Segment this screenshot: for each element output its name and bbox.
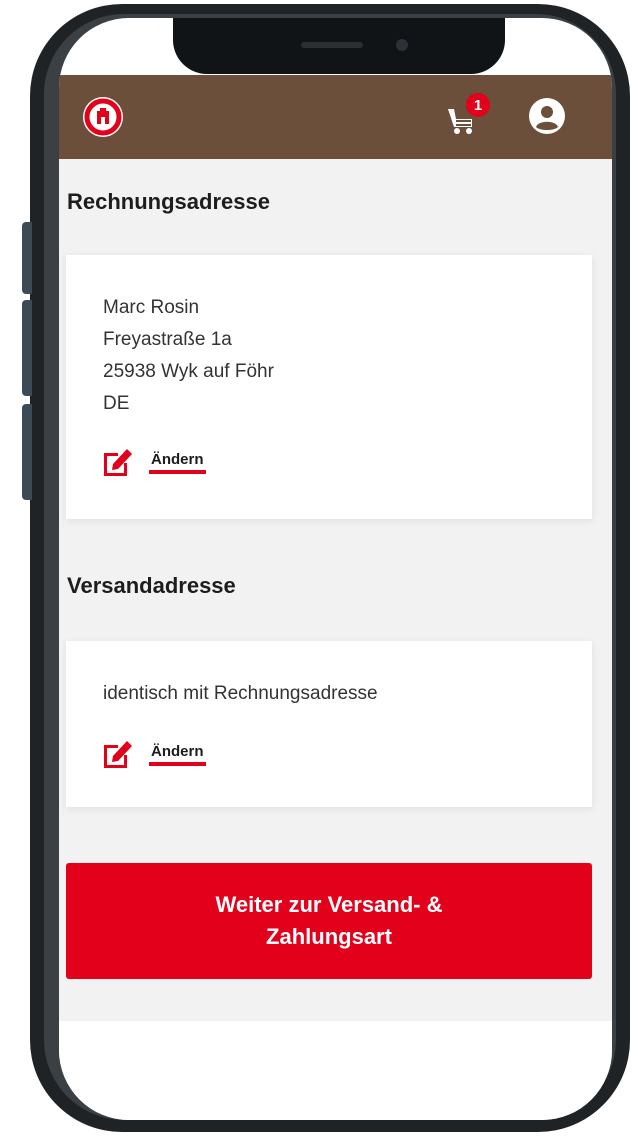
- checkout-content: Rechnungsadresse Marc Rosin Freyastraße …: [59, 159, 612, 1021]
- edit-icon: [104, 449, 132, 476]
- billing-street: Freyastraße 1a: [103, 329, 232, 350]
- fc-st-pauli-logo-icon[interactable]: [83, 97, 123, 137]
- account-button[interactable]: [527, 96, 567, 136]
- billing-name: Marc Rosin: [103, 297, 200, 318]
- billing-address-title: Rechnungsadresse: [67, 189, 270, 214]
- speaker: [301, 42, 363, 48]
- billing-country: DE: [103, 393, 130, 414]
- app-header: 1: [59, 75, 612, 159]
- screen: 1 Rechnungsadresse Marc Rosin Freyastraß…: [59, 18, 612, 1120]
- shipping-edit-link[interactable]: Ändern: [101, 737, 206, 771]
- shipping-address-title: Versandadresse: [67, 573, 236, 598]
- home-indicator-area: [59, 1021, 612, 1120]
- billing-city: 25938 Wyk auf Föhr: [103, 361, 274, 382]
- billing-address-card: Marc Rosin Freyastraße 1a 25938 Wyk auf …: [66, 255, 592, 519]
- cart-badge: 1: [466, 93, 490, 117]
- continue-button-label: Weiter zur Versand- & Zahlungsart: [215, 892, 443, 949]
- cart-button[interactable]: 1: [442, 93, 490, 137]
- continue-button[interactable]: Weiter zur Versand- & Zahlungsart: [66, 863, 592, 979]
- account-icon: [529, 98, 565, 134]
- billing-edit-link[interactable]: Ändern: [101, 445, 206, 479]
- shipping-edit-label: Ändern: [149, 743, 206, 766]
- shipping-address-card: identisch mit Rechnungsadresse Ändern: [66, 641, 592, 807]
- billing-edit-label: Ändern: [149, 451, 206, 474]
- volume-up-button: [22, 222, 32, 294]
- shipping-text: identisch mit Rechnungsadresse: [103, 683, 378, 704]
- volume-down-button: [22, 300, 32, 396]
- camera: [396, 39, 408, 51]
- notch: [173, 18, 505, 74]
- edit-icon: [104, 741, 132, 768]
- side-button: [22, 404, 32, 500]
